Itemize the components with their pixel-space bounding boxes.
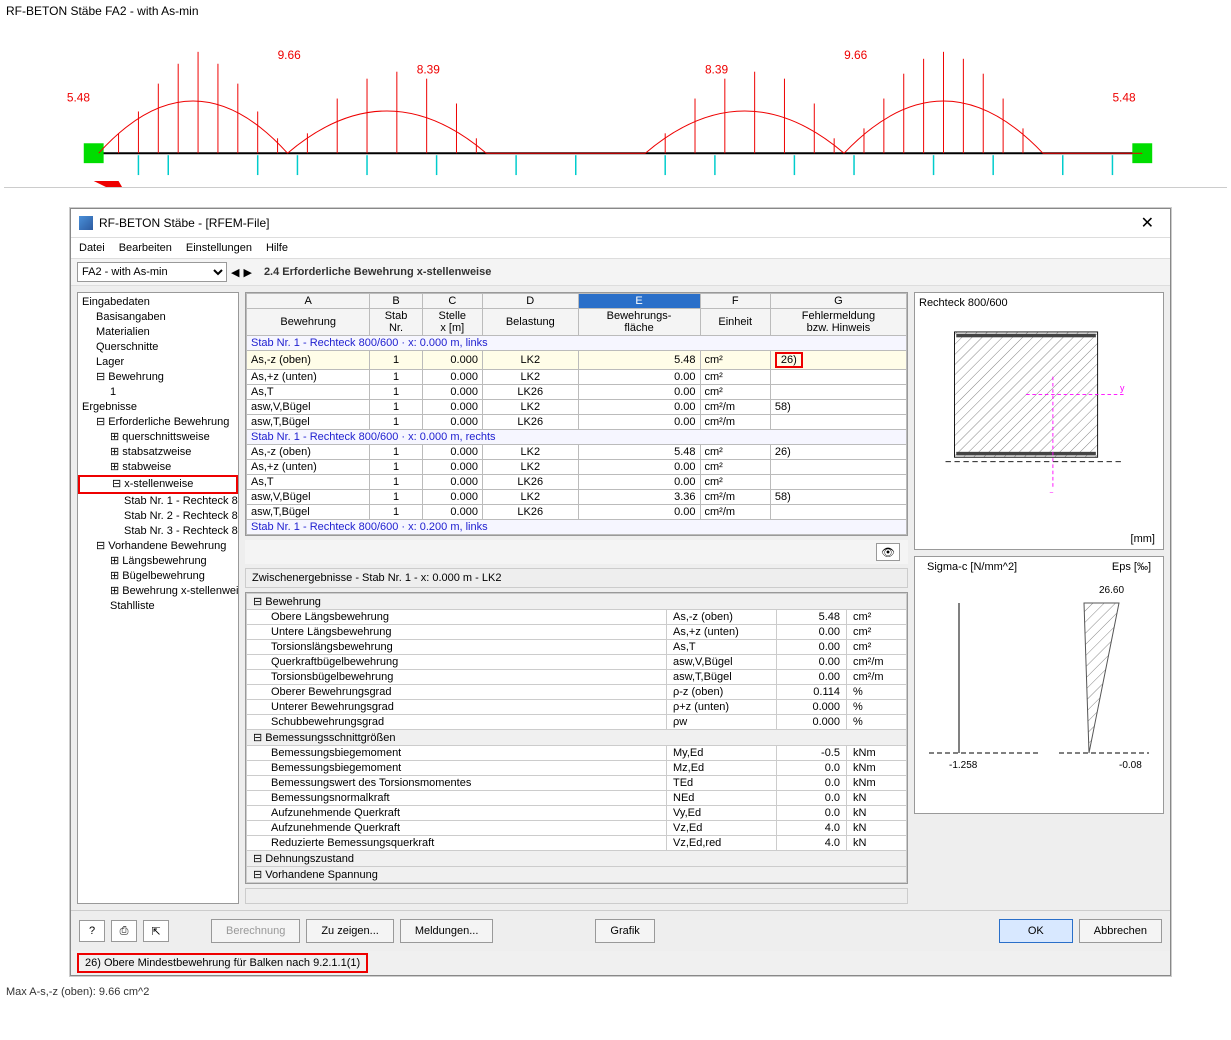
sigma-label: Sigma-c [N/mm^2] (927, 561, 1017, 573)
tree-item[interactable]: Eingabedaten (78, 295, 238, 310)
eps-label: Eps [‰] (1112, 561, 1151, 573)
menu-file[interactable]: Datei (79, 242, 105, 254)
navigation-tree[interactable]: EingabedatenBasisangabenMaterialienQuers… (77, 292, 239, 904)
intermediate-results-table[interactable]: ⊟ BewehrungObere LängsbewehrungAs,-z (ob… (245, 592, 908, 884)
table-title: 2.4 Erforderliche Bewehrung x-stellenwei… (256, 266, 491, 278)
diagram-label-v5: 9.66 (844, 48, 868, 62)
tree-item[interactable]: ⊞ Längsbewehrung (78, 554, 238, 569)
intermediate-results-title: Zwischenergebnisse - Stab Nr. 1 - x: 0.0… (245, 568, 908, 588)
messages-button[interactable]: Meldungen... (400, 919, 494, 943)
menu-help[interactable]: Hilfe (266, 242, 288, 254)
tree-item[interactable]: Basisangaben (78, 310, 238, 325)
tree-item[interactable]: ⊞ Bügelbewehrung (78, 569, 238, 584)
diagram-label-v4: 8.39 (705, 63, 729, 77)
svg-text:-0.08: -0.08 (1119, 760, 1142, 771)
cross-section-panel: Rechteck 800/600 y z [mm] (914, 292, 1164, 550)
status-message: 26) Obere Mindestbewehrung für Balken na… (77, 953, 368, 973)
menu-settings[interactable]: Einstellungen (186, 242, 252, 254)
tree-item[interactable]: Lager (78, 355, 238, 370)
diagram-label-v1: 5.48 (67, 91, 91, 105)
cross-section-title: Rechteck 800/600 (919, 297, 1159, 309)
cancel-button[interactable]: Abbrechen (1079, 919, 1162, 943)
case-select[interactable]: FA2 - with As-min (77, 262, 227, 282)
tree-item[interactable]: ⊟ Vorhandene Bewehrung (78, 539, 238, 554)
svg-text:26.60: 26.60 (1099, 585, 1124, 596)
tree-item[interactable]: ⊞ querschnittsweise (78, 430, 238, 445)
tree-item[interactable]: ⊞ stabweise (78, 460, 238, 475)
svg-text:z: z (1049, 489, 1054, 493)
tree-item[interactable]: Stab Nr. 3 - Rechteck 8 (78, 524, 238, 539)
tree-item[interactable]: Stab Nr. 2 - Rechteck 8 (78, 509, 238, 524)
outer-window-title: RF-BETON Stäbe FA2 - with As-min (0, 0, 1231, 22)
menu-edit[interactable]: Bearbeiten (119, 242, 172, 254)
graphics-button[interactable]: Grafik (595, 919, 654, 943)
ok-button[interactable]: OK (999, 919, 1073, 943)
diagram-label-v6: 5.48 (1112, 91, 1136, 105)
show-button[interactable]: Zu zeigen... (306, 919, 393, 943)
svg-text:-1.258: -1.258 (949, 760, 978, 771)
unit-label: [mm] (1131, 533, 1155, 545)
tree-item[interactable]: ⊞ stabsatzweise (78, 445, 238, 460)
nav-prev-icon[interactable]: ◀ (231, 266, 239, 279)
beam-diagram: 5.48 9.66 8.39 8.39 9.66 5.48 (4, 24, 1227, 188)
tree-item[interactable]: ⊟ x-stellenweise (78, 475, 238, 494)
horizontal-scrollbar[interactable] (245, 888, 908, 904)
export2-icon[interactable]: ⇱ (143, 920, 169, 942)
tree-item[interactable]: ⊟ Erforderliche Bewehrung (78, 415, 238, 430)
menu-bar: Datei Bearbeiten Einstellungen Hilfe (71, 238, 1170, 259)
svg-text:y: y (1120, 383, 1125, 393)
tree-item[interactable]: Stab Nr. 1 - Rechteck 8 (78, 494, 238, 509)
tree-item[interactable]: ⊟ Bewehrung (78, 370, 238, 385)
tree-item[interactable]: 1 (78, 385, 238, 400)
stress-strain-panel: Sigma-c [N/mm^2] Eps [‰] 26.60 -1.258 -0… (914, 556, 1164, 814)
export-icon[interactable]: ⎙ (111, 920, 137, 942)
dialog-window: RF-BETON Stäbe - [RFEM-File] ✕ Datei Bea… (70, 208, 1171, 976)
tree-item[interactable]: Materialien (78, 325, 238, 340)
footer-status: Max A-s,-z (oben): 9.66 cm^2 (0, 980, 1231, 1004)
close-button[interactable]: ✕ (1133, 213, 1162, 233)
tree-item[interactable]: Stahlliste (78, 599, 238, 614)
dialog-title-text: RF-BETON Stäbe - [RFEM-File] (99, 216, 269, 230)
tree-item[interactable]: ⊞ Bewehrung x-stellenweise (78, 584, 238, 599)
help-icon[interactable]: ? (79, 920, 105, 942)
tree-item[interactable]: Ergebnisse (78, 400, 238, 415)
app-icon (79, 216, 93, 230)
tree-item[interactable]: Querschnitte (78, 340, 238, 355)
calc-button[interactable]: Berechnung (211, 919, 300, 943)
view-toggle-icon[interactable]: 👁 (876, 543, 900, 561)
diagram-label-v2: 9.66 (278, 48, 302, 62)
diagram-label-v3: 8.39 (417, 63, 441, 77)
nav-next-icon[interactable]: ▶ (243, 266, 251, 279)
reinforcement-table[interactable]: ABCDEFGBewehrungStabNr.Stellex [m]Belast… (245, 292, 908, 536)
